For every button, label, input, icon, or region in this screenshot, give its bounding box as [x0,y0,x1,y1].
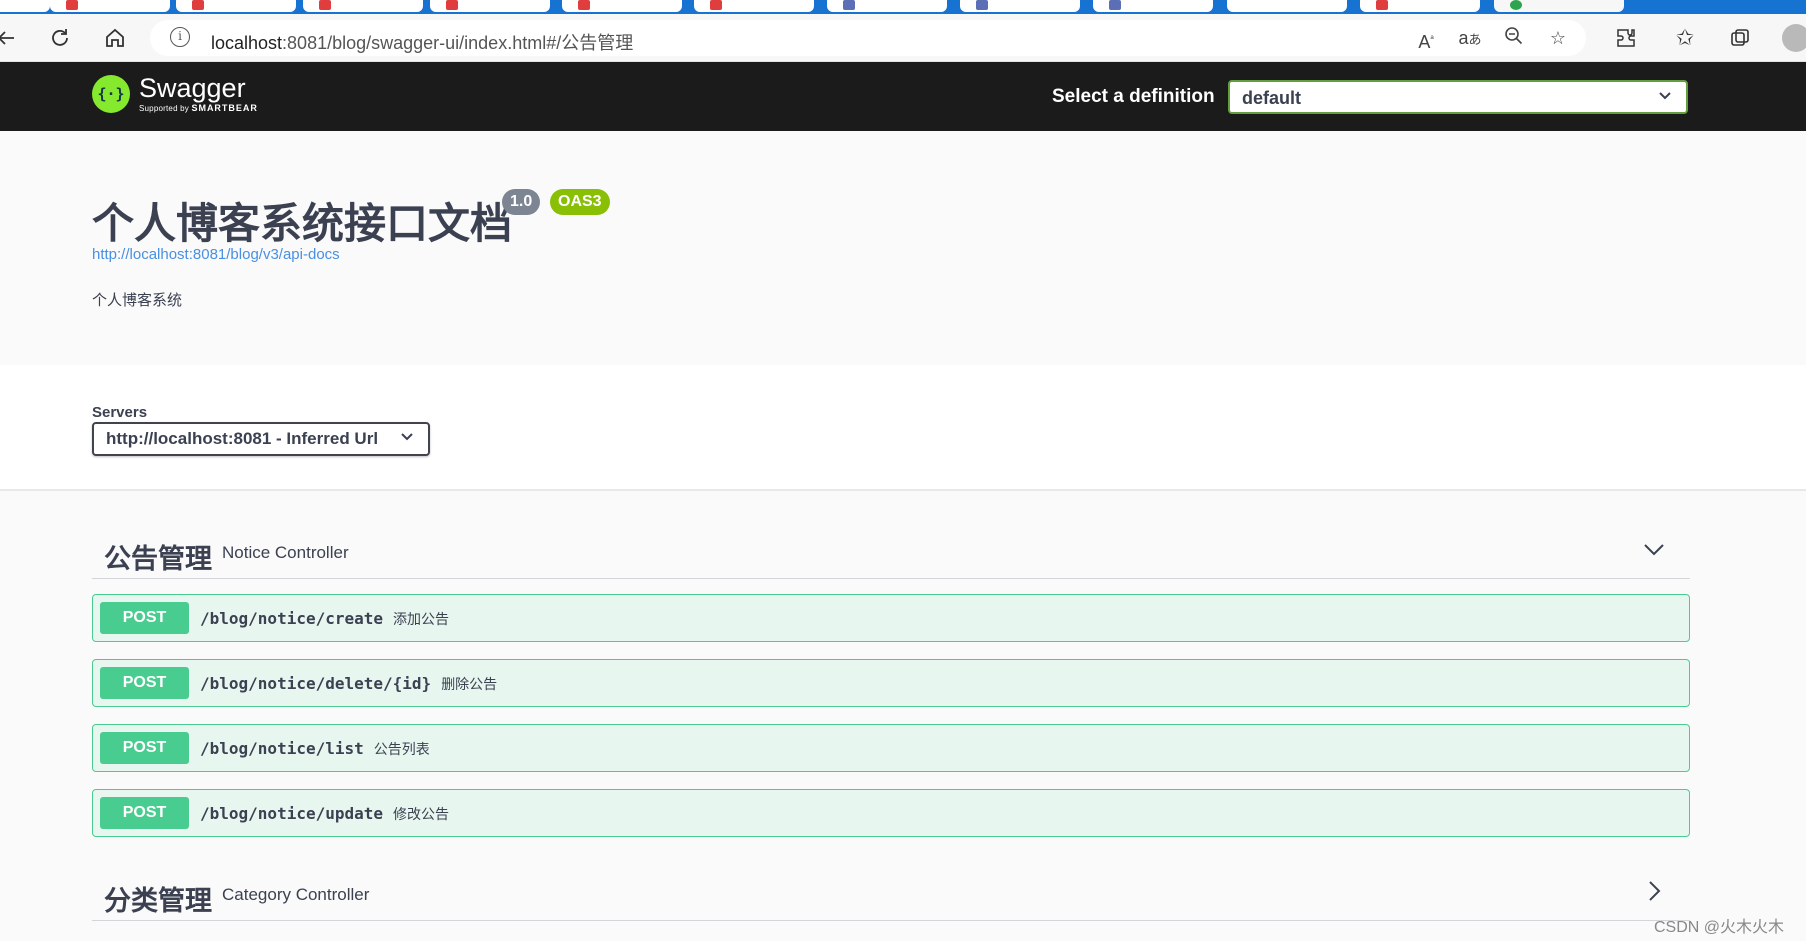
back-icon[interactable] [0,24,20,52]
method-badge: POST [100,667,189,699]
tag-name: 公告管理 [104,544,212,574]
logo-subtitle: Supported by SMARTBEAR [139,103,258,113]
servers-select[interactable]: http://localhost:8081 - Inferred Url [92,422,430,456]
tag-name: 分类管理 [104,886,212,916]
method-badge: POST [100,602,189,634]
site-info-icon[interactable]: i [170,27,190,47]
chevron-down-icon [1658,88,1672,107]
operation-path: /blog/notice/update 修改公告 [200,804,450,823]
tag-description: Category Controller [222,885,370,904]
api-description: 个人博客系统 [92,292,183,309]
browser-tab[interactable] [1360,0,1480,12]
tab-favicon-icon [1510,0,1522,10]
servers-label: Servers [92,404,148,421]
swagger-logo[interactable]: {·} Swagger Supported by SMARTBEAR [92,75,258,113]
oas-badge: OAS3 [550,189,610,215]
browser-tab[interactable] [562,0,682,12]
operation-notice-create[interactable]: POST /blog/notice/create 添加公告 [92,594,1690,642]
operation-summary: 删除公告 [441,676,498,692]
chevron-down-icon[interactable] [1642,537,1666,561]
definition-label: Select a definition [1052,86,1215,107]
browser-tab-active[interactable] [1494,0,1624,12]
profile-icon[interactable] [1782,24,1806,52]
extensions-icon[interactable] [1612,24,1640,52]
swagger-logo-icon: {·} [92,75,130,113]
page-title: 个人博客系统接口文档 [92,200,513,247]
chevron-down-icon [400,429,414,447]
tag-header-notice[interactable]: 公告管理 Notice Controller [92,523,1690,579]
tab-favicon-icon [319,0,331,10]
read-aloud-icon[interactable]: Aᵃ [1414,26,1438,52]
browser-toolbar: i localhost:8081/blog/swagger-ui/index.h… [0,14,1806,62]
favorite-add-icon[interactable]: ☆ [1546,26,1570,50]
version-badge: 1.0 [502,189,541,215]
definition-value: default [1242,88,1302,108]
swagger-topbar: {·} Swagger Supported by SMARTBEAR Selec… [0,62,1806,131]
operation-summary: 添加公告 [393,611,450,627]
collections-icon[interactable] [1726,24,1754,52]
operation-path: /blog/notice/list 公告列表 [200,739,430,758]
method-badge: POST [100,797,189,829]
tab-favicon-icon [1109,0,1121,10]
api-info: 个人博客系统接口文档 1.0 OAS3 http://localhost:808… [0,131,1806,365]
zoom-out-icon[interactable] [1502,26,1526,50]
browser-tab[interactable] [827,0,947,12]
tab-favicon-icon [710,0,722,10]
browser-tab[interactable] [1093,0,1213,12]
browser-tab[interactable] [1227,0,1347,12]
tag-header-category[interactable]: 分类管理 Category Controller [92,865,1690,921]
browser-tab[interactable] [960,0,1080,12]
operation-notice-delete[interactable]: POST /blog/notice/delete/{id} 删除公告 [92,659,1690,707]
watermark: CSDN @火木火木 [1654,919,1785,936]
method-badge: POST [100,732,189,764]
favorites-icon[interactable]: ✩ [1671,24,1699,52]
tab-favicon-icon [843,0,855,10]
tab-favicon-icon [66,0,78,10]
operation-notice-update[interactable]: POST /blog/notice/update 修改公告 [92,789,1690,837]
operation-notice-list[interactable]: POST /blog/notice/list 公告列表 [92,724,1690,772]
browser-tab[interactable] [0,0,50,12]
operation-path: /blog/notice/delete/{id} 删除公告 [200,674,498,693]
browser-tab[interactable] [303,0,423,12]
browser-tab[interactable] [430,0,550,12]
api-docs-link[interactable]: http://localhost:8081/blog/v3/api-docs [92,246,340,263]
operation-path: /blog/notice/create 添加公告 [200,609,450,628]
url-host: localhost [211,33,283,53]
browser-tab[interactable] [694,0,814,12]
tab-favicon-icon [446,0,458,10]
browser-tab[interactable] [176,0,296,12]
tab-favicon-icon [976,0,988,10]
url-text[interactable]: localhost:8081/blog/swagger-ui/index.htm… [211,29,633,55]
url-path: :8081/blog/swagger-ui/index.html#/公告管理 [282,33,634,53]
chevron-right-icon[interactable] [1642,879,1666,903]
tag-description: Notice Controller [222,543,349,562]
browser-tab[interactable] [50,0,170,12]
tab-favicon-icon [192,0,204,10]
address-bar[interactable]: i localhost:8081/blog/swagger-ui/index.h… [150,20,1586,56]
translate-icon[interactable]: aあ [1458,26,1482,50]
tab-favicon-icon [578,0,590,10]
browser-tab-strip [0,0,1806,14]
operation-summary: 修改公告 [393,806,450,822]
servers-value: http://localhost:8081 - Inferred Url [106,429,379,448]
tab-favicon-icon [1376,0,1388,10]
operations-section: 公告管理 Notice Controller POST /blog/notice… [0,491,1806,941]
home-icon[interactable] [101,24,129,52]
refresh-icon[interactable] [46,24,74,52]
definition-select[interactable]: default [1228,80,1688,114]
operation-summary: 公告列表 [373,741,430,757]
logo-name: Swagger [139,73,246,103]
servers-section: Servers http://localhost:8081 - Inferred… [0,365,1806,491]
